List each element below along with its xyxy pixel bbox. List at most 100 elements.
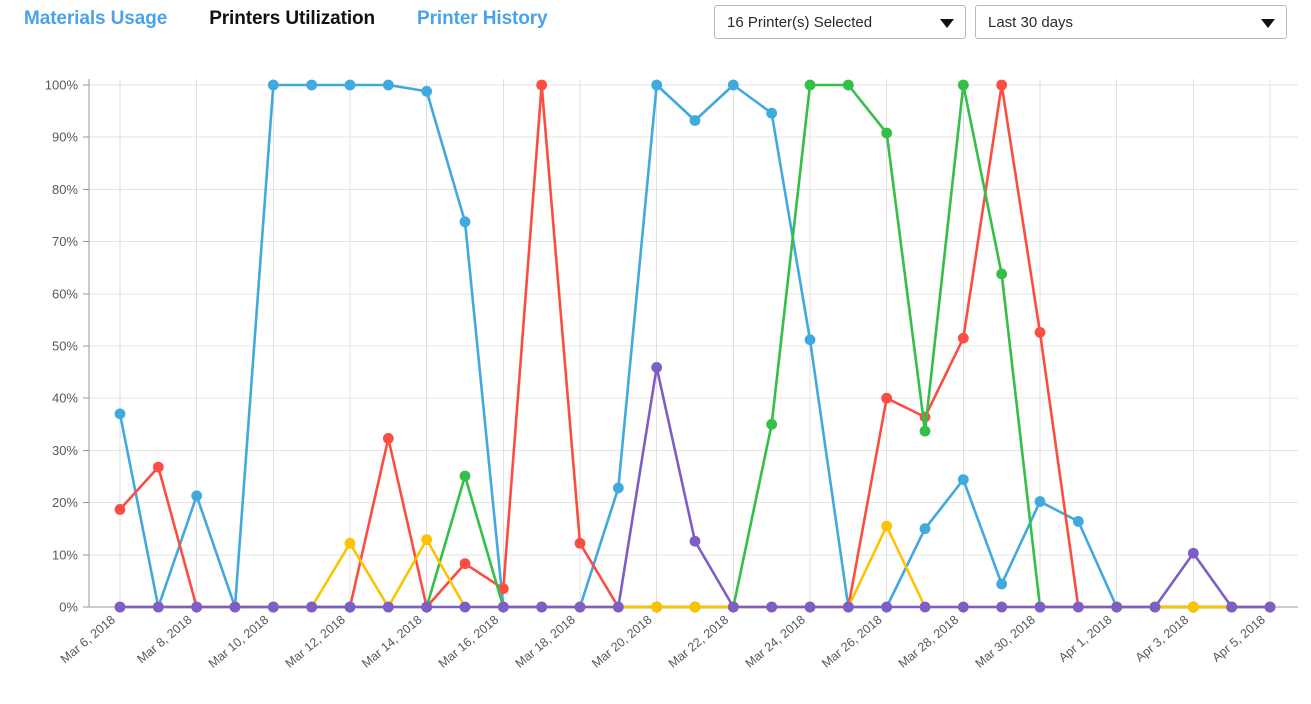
data-point-red[interactable]: [1034, 327, 1046, 338]
x-axis-tick-label: Mar 8, 2018: [134, 613, 194, 667]
data-point-green[interactable]: [459, 470, 471, 482]
data-point-purple[interactable]: [1264, 601, 1276, 613]
data-point-green[interactable]: [957, 79, 969, 91]
data-point-blue[interactable]: [191, 490, 203, 502]
data-point-purple[interactable]: [881, 601, 893, 613]
x-axis-tick-label: Mar 6, 2018: [58, 613, 118, 667]
data-point-blue[interactable]: [344, 79, 356, 91]
x-axis-tick-label: Mar 30, 2018: [972, 613, 1037, 671]
data-point-blue[interactable]: [804, 334, 816, 346]
chart-axes: 0% 10% 20% 30% 40% 50% 60% 70% 80% 90% 100% Mar 6, …: [45, 78, 1298, 671]
filter-controls: 16 Printer(s) Selected Last 30 days: [714, 5, 1287, 39]
data-point-purple[interactable]: [574, 601, 586, 613]
data-point-red[interactable]: [957, 332, 969, 344]
data-point-purple[interactable]: [651, 362, 663, 373]
data-point-blue[interactable]: [651, 79, 663, 91]
data-point-blue[interactable]: [382, 79, 394, 91]
data-point-red[interactable]: [152, 461, 164, 473]
data-point-yellow[interactable]: [651, 601, 663, 613]
data-point-purple[interactable]: [191, 601, 203, 613]
data-point-purple[interactable]: [421, 601, 433, 613]
data-point-purple[interactable]: [306, 601, 318, 613]
data-point-blue[interactable]: [1034, 496, 1046, 507]
data-point-red[interactable]: [536, 79, 548, 91]
data-point-purple[interactable]: [267, 601, 279, 613]
data-point-purple[interactable]: [1034, 601, 1046, 613]
utilization-line-chart-svg: 0% 10% 20% 30% 40% 50% 60% 70% 80% 90% 100% Mar 6, …: [45, 78, 1298, 671]
x-axis-tick-label: Mar 20, 2018: [589, 613, 654, 671]
data-point-yellow[interactable]: [344, 537, 356, 549]
data-point-red[interactable]: [881, 392, 893, 404]
data-point-purple[interactable]: [1226, 601, 1238, 613]
data-point-blue[interactable]: [421, 85, 433, 97]
data-point-green[interactable]: [766, 418, 778, 430]
data-point-blue[interactable]: [114, 408, 126, 420]
data-point-purple[interactable]: [727, 601, 739, 613]
data-point-purple[interactable]: [497, 601, 509, 613]
data-point-purple[interactable]: [344, 601, 356, 613]
y-axis-tick-label: 20%: [52, 495, 78, 510]
data-point-blue[interactable]: [996, 578, 1008, 590]
x-axis-tick-label: Mar 14, 2018: [359, 613, 424, 671]
date-range-select[interactable]: Last 30 days: [975, 5, 1287, 39]
x-axis-tick-label: Apr 3, 2018: [1133, 613, 1192, 665]
x-axis-tick-label: Mar 28, 2018: [896, 613, 961, 671]
data-point-green[interactable]: [881, 127, 893, 139]
data-point-red[interactable]: [114, 503, 126, 515]
tab-materials-usage[interactable]: Materials Usage: [24, 8, 167, 30]
data-point-purple[interactable]: [842, 601, 854, 613]
data-point-purple[interactable]: [612, 601, 624, 613]
x-axis-tick-label: Mar 24, 2018: [742, 613, 807, 671]
data-point-purple[interactable]: [689, 535, 701, 547]
data-point-yellow[interactable]: [1187, 601, 1199, 613]
data-point-blue[interactable]: [689, 115, 701, 126]
printer-select-value: 16 Printer(s) Selected: [727, 13, 873, 31]
data-point-purple[interactable]: [1111, 601, 1123, 613]
data-point-purple[interactable]: [1149, 601, 1161, 613]
tab-printer-history[interactable]: Printer History: [417, 8, 548, 30]
data-point-green[interactable]: [804, 79, 816, 91]
date-range-select-value: Last 30 days: [988, 13, 1074, 31]
data-point-yellow[interactable]: [689, 601, 701, 613]
printer-select[interactable]: 16 Printer(s) Selected: [714, 5, 966, 39]
data-point-blue[interactable]: [612, 482, 624, 494]
data-point-purple[interactable]: [919, 601, 931, 613]
data-point-purple[interactable]: [152, 601, 164, 613]
tab-printers-utilization[interactable]: Printers Utilization: [209, 8, 375, 30]
data-point-blue[interactable]: [267, 79, 279, 91]
x-axis-tick-label: Mar 12, 2018: [282, 613, 347, 671]
data-point-purple[interactable]: [996, 601, 1008, 613]
data-point-red[interactable]: [382, 432, 394, 444]
data-point-blue[interactable]: [957, 474, 969, 486]
data-point-purple[interactable]: [114, 601, 126, 613]
data-point-purple[interactable]: [536, 601, 548, 613]
data-point-red[interactable]: [996, 79, 1008, 91]
x-axis-tick-label: Mar 10, 2018: [206, 613, 271, 671]
data-point-blue[interactable]: [306, 79, 318, 91]
data-point-purple[interactable]: [1072, 601, 1084, 613]
data-point-purple[interactable]: [229, 601, 241, 613]
data-point-blue[interactable]: [727, 79, 739, 91]
data-point-blue[interactable]: [1072, 515, 1084, 527]
data-point-blue[interactable]: [459, 216, 471, 228]
data-point-purple[interactable]: [382, 601, 394, 613]
data-point-yellow[interactable]: [421, 534, 433, 546]
chart-gridlines: [89, 79, 1298, 608]
data-point-purple[interactable]: [766, 601, 778, 613]
data-point-purple[interactable]: [459, 601, 471, 613]
data-point-red[interactable]: [574, 537, 586, 549]
y-axis-tick-label: 90%: [52, 130, 78, 145]
data-point-blue[interactable]: [766, 107, 778, 119]
x-axis-tick-label: Mar 22, 2018: [666, 613, 731, 671]
data-point-purple[interactable]: [1187, 547, 1199, 559]
data-point-purple[interactable]: [804, 601, 816, 613]
data-point-red[interactable]: [459, 558, 471, 570]
data-point-purple[interactable]: [957, 601, 969, 613]
data-point-green[interactable]: [996, 268, 1008, 280]
data-point-blue[interactable]: [919, 523, 931, 535]
utilization-chart: 0% 10% 20% 30% 40% 50% 60% 70% 80% 90% 100% Mar 6, …: [0, 46, 1311, 704]
data-point-green[interactable]: [842, 79, 854, 91]
data-point-yellow[interactable]: [881, 520, 893, 532]
top-toolbar: Materials Usage Printers Utilization Pri…: [0, 0, 1311, 46]
data-point-green[interactable]: [919, 425, 931, 437]
